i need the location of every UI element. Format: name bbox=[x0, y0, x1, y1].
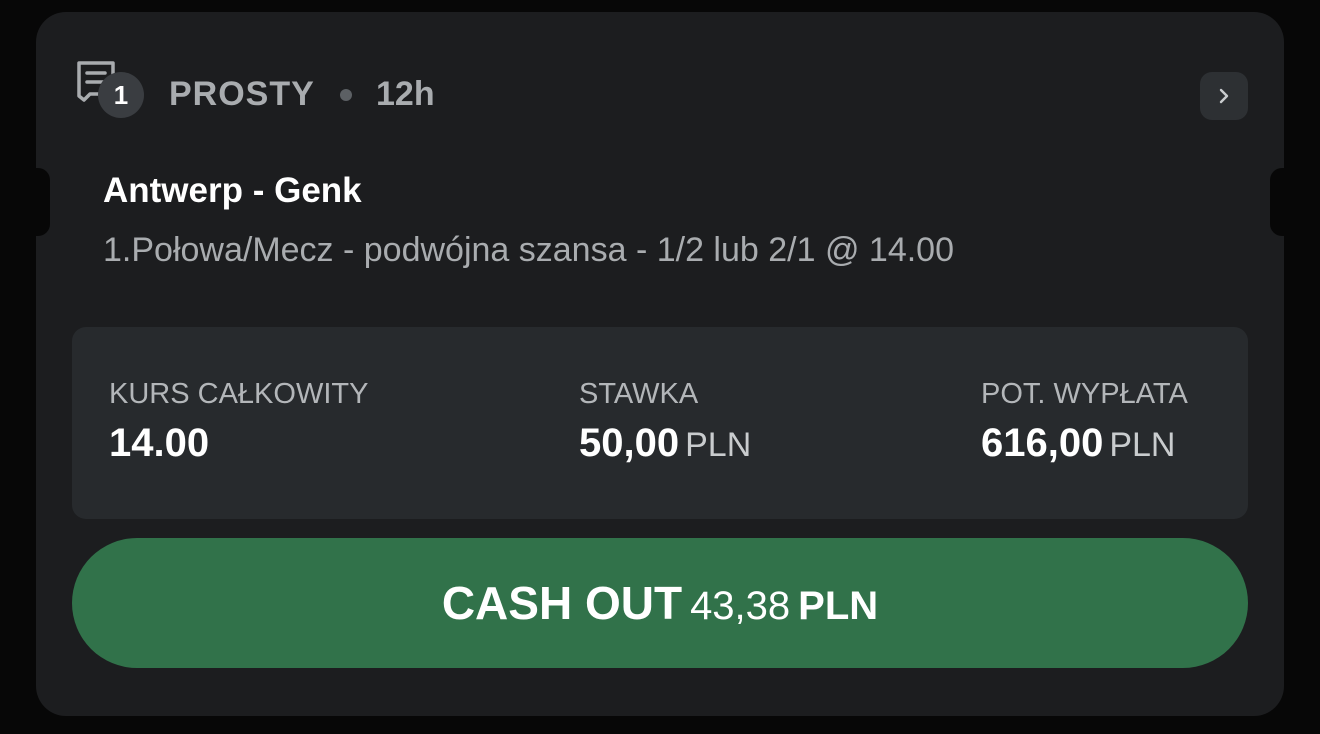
cash-out-label: CASH OUT bbox=[441, 577, 683, 629]
separator-dot bbox=[340, 89, 352, 101]
potential-payout-label: POT. WYPŁATA bbox=[981, 378, 1188, 410]
stake-label: STAWKA bbox=[579, 378, 699, 410]
cash-out-amount: 43,38 bbox=[690, 584, 791, 628]
selection-count-badge: 1 bbox=[98, 72, 144, 118]
potential-payout-currency: PLN bbox=[1109, 426, 1176, 464]
bet-stats-panel: KURS CAŁKOWITY 14.00 STAWKA 50,00 PLN POT… bbox=[72, 327, 1248, 519]
stake-value: 50,00 bbox=[579, 421, 680, 465]
potential-payout-value: 616,00 bbox=[981, 421, 1104, 465]
chevron-right-icon bbox=[1219, 88, 1229, 104]
cash-out-currency: PLN bbox=[798, 584, 879, 628]
match-title: Antwerp - Genk bbox=[103, 171, 362, 210]
stake-value-row: 50,00 PLN bbox=[579, 419, 751, 469]
stake-currency: PLN bbox=[685, 426, 752, 464]
total-odds-label: KURS CAŁKOWITY bbox=[109, 378, 369, 410]
total-odds-stat: KURS CAŁKOWITY 14.00 bbox=[109, 377, 368, 467]
bet-type-label: PROSTY bbox=[169, 75, 315, 113]
potential-payout-value-row: 616,00 PLN bbox=[981, 419, 1188, 469]
stake-stat: STAWKA 50,00 PLN bbox=[579, 377, 751, 469]
card-notch-left bbox=[34, 168, 50, 236]
card-notch-right bbox=[1270, 168, 1286, 236]
bet-time: 12h bbox=[376, 75, 435, 113]
potential-payout-stat: POT. WYPŁATA 616,00 PLN bbox=[981, 377, 1188, 469]
selection-description: 1.Połowa/Mecz - podwójna szansa - 1/2 lu… bbox=[103, 231, 954, 269]
expand-details-button[interactable] bbox=[1200, 72, 1248, 120]
total-odds-value: 14.00 bbox=[109, 421, 210, 465]
cash-out-button[interactable]: CASH OUT 43,38 PLN bbox=[72, 538, 1248, 668]
bet-header: 1 PROSTY 12h bbox=[76, 60, 1256, 132]
